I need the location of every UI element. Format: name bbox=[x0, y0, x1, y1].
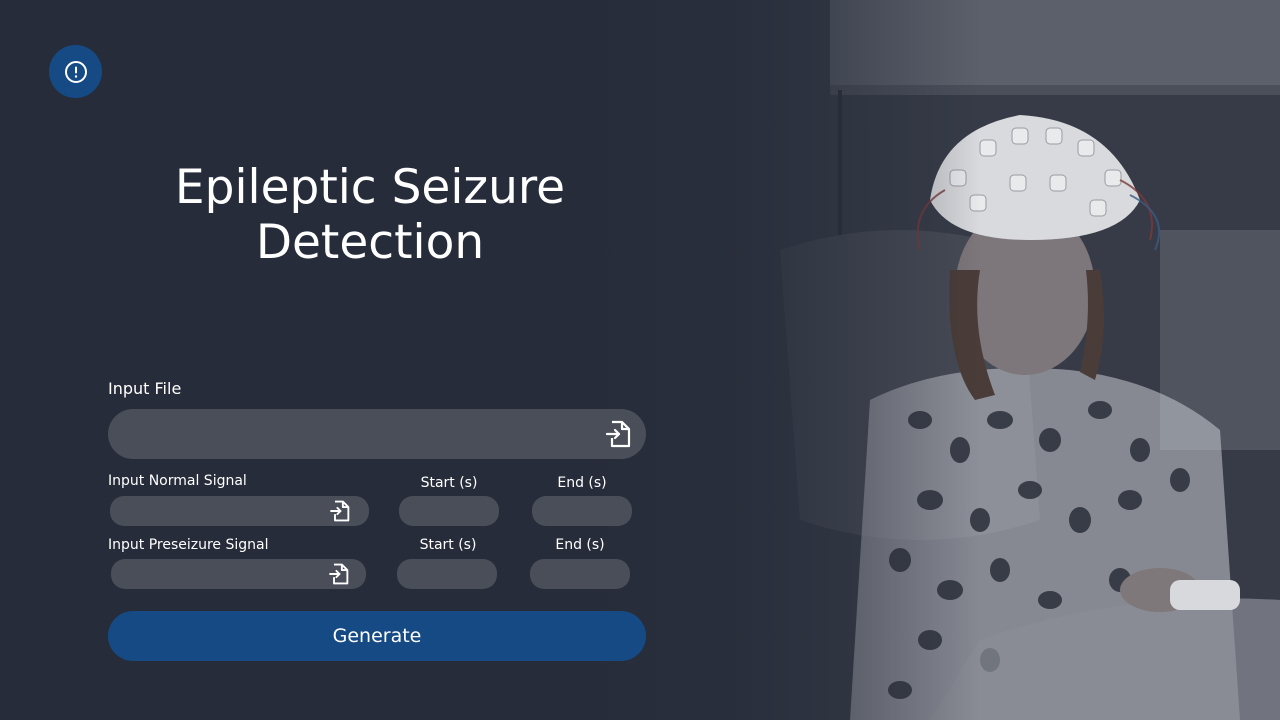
preseizure-signal-label: Input Preseizure Signal bbox=[108, 537, 269, 553]
page-title: Epileptic Seizure Detection bbox=[120, 160, 620, 270]
input-file-label: Input File bbox=[108, 379, 182, 398]
normal-start-input[interactable] bbox=[399, 496, 499, 526]
info-button[interactable] bbox=[49, 45, 102, 98]
normal-start-label: Start (s) bbox=[420, 475, 478, 491]
preseizure-start-field[interactable] bbox=[397, 559, 497, 589]
normal-signal-field[interactable] bbox=[110, 496, 369, 526]
file-import-icon[interactable] bbox=[329, 563, 350, 585]
preseizure-end-input[interactable] bbox=[530, 559, 630, 589]
generate-button[interactable]: Generate bbox=[108, 611, 646, 661]
preseizure-end-field[interactable] bbox=[530, 559, 630, 589]
preseizure-signal-field[interactable] bbox=[111, 559, 366, 589]
normal-end-label: End (s) bbox=[557, 475, 607, 491]
app-root: Epileptic Seizure Detection Input File I… bbox=[0, 0, 1280, 720]
preseizure-start-label: Start (s) bbox=[419, 537, 477, 553]
preseizure-end-label: End (s) bbox=[555, 537, 605, 553]
normal-end-input[interactable] bbox=[532, 496, 632, 526]
preseizure-start-input[interactable] bbox=[397, 559, 497, 589]
page-title-line-2: Detection bbox=[255, 215, 485, 270]
input-file-input[interactable] bbox=[108, 409, 646, 459]
page-title-line-1: Epileptic Seizure bbox=[174, 160, 566, 215]
normal-start-field[interactable] bbox=[399, 496, 499, 526]
preseizure-signal-input[interactable] bbox=[111, 559, 366, 589]
normal-end-field[interactable] bbox=[532, 496, 632, 526]
file-import-icon[interactable] bbox=[330, 500, 351, 522]
normal-signal-label: Input Normal Signal bbox=[108, 473, 247, 489]
input-file-field[interactable] bbox=[108, 409, 646, 459]
file-import-icon[interactable] bbox=[606, 420, 632, 448]
info-circle-icon bbox=[64, 60, 87, 83]
